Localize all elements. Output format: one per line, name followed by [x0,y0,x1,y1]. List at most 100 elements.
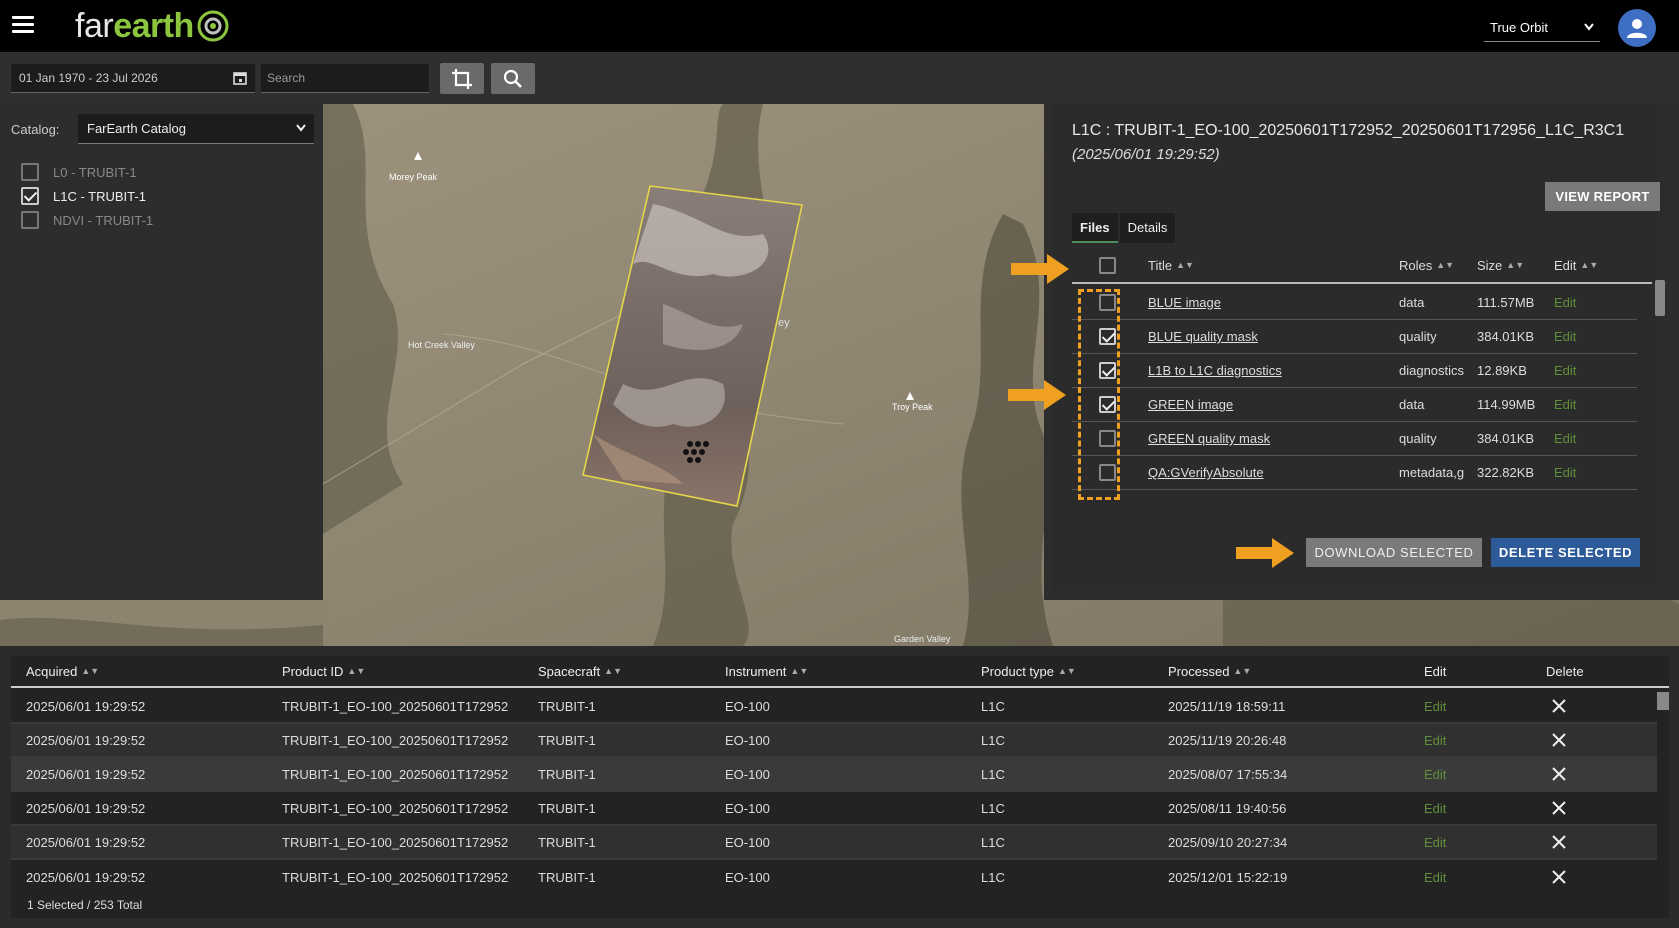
map-label-partial: ey [778,317,790,329]
cell-instrument: EO-100 [725,732,770,748]
file-edit-link[interactable]: Edit [1554,465,1576,480]
table-row[interactable]: 2025/06/01 19:29:52 TRUBIT-1_EO-100_2025… [11,724,1657,758]
cell-spacecraft: TRUBIT-1 [538,800,596,816]
file-title-link[interactable]: BLUE image [1148,295,1221,310]
calendar-icon[interactable] [233,71,247,85]
row-edit-link[interactable]: Edit [1424,699,1446,714]
sort-icon: ▲▼ [1233,666,1252,676]
row-edit-link[interactable]: Edit [1424,870,1446,885]
column-header-title[interactable]: Title ▲▼ [1148,248,1194,282]
file-row[interactable]: BLUE image data 111.57MB Edit [1072,286,1637,320]
cell-product-id: TRUBIT-1_EO-100_20250601T172952 [282,834,509,850]
row-edit-link[interactable]: Edit [1424,801,1446,816]
cell-product-id: TRUBIT-1_EO-100_20250601T172952 [282,698,509,714]
table-row[interactable]: 2025/06/01 19:29:52 TRUBIT-1_EO-100_2025… [11,860,1657,886]
file-edit-link[interactable]: Edit [1554,431,1576,446]
download-selected-button[interactable]: DOWNLOAD SELECTED [1306,538,1482,567]
view-mode-value: True Orbit [1490,19,1549,35]
column-header-size[interactable]: Size ▲▼ [1477,248,1524,282]
farearth-logo[interactable]: far earth [75,6,230,46]
file-row[interactable]: L1B to L1C diagnostics diagnostics 12.89… [1072,354,1637,388]
top-bar: far earth True Orbit [0,0,1679,53]
delete-selected-button[interactable]: DELETE SELECTED [1491,538,1640,567]
cell-spacecraft: TRUBIT-1 [538,698,596,714]
results-table-header: Acquired ▲▼ Product ID ▲▼ Spacecraft ▲▼ Ins… [11,656,1669,688]
sort-icon: ▲▼ [1580,260,1599,270]
cell-acquired: 2025/06/01 19:29:52 [26,732,146,748]
file-role: diagnostics [1399,363,1465,378]
row-edit-link[interactable]: Edit [1424,835,1446,850]
file-edit-link[interactable]: Edit [1554,397,1576,412]
close-icon[interactable] [1552,733,1566,747]
file-title-link[interactable]: BLUE quality mask [1148,329,1258,344]
catalog-label: Catalog: [11,122,60,137]
chevron-down-icon [296,124,306,132]
column-header-spacecraft[interactable]: Spacecraft ▲▼ [538,656,622,686]
catalog-item-label: L0 - TRUBIT-1 [53,164,137,180]
file-edit-link[interactable]: Edit [1554,329,1576,344]
catalog-item-checkbox[interactable] [21,163,39,181]
catalog-item-label: NDVI - TRUBIT-1 [53,212,154,228]
file-title-link[interactable]: GREEN quality mask [1148,431,1270,446]
search-input[interactable] [261,64,429,93]
catalog-item-l1c[interactable]: L1C - TRUBIT-1 [21,186,146,206]
close-icon[interactable] [1552,801,1566,815]
column-header-processed[interactable]: Processed ▲▼ [1168,656,1251,686]
annotation-checkbox-highlight [1078,289,1120,500]
tab-details[interactable]: Details [1119,213,1176,243]
files-scrollbar[interactable] [1655,280,1665,316]
close-icon[interactable] [1552,835,1566,849]
column-header-acquired[interactable]: Acquired ▲▼ [26,656,99,686]
search-button[interactable] [491,63,535,94]
close-icon[interactable] [1552,699,1566,713]
view-mode-select[interactable]: True Orbit [1484,13,1600,42]
date-range-input[interactable]: 01 Jan 1970 - 23 Jul 2026 [11,64,255,93]
column-header-product-id[interactable]: Product ID ▲▼ [282,656,365,686]
file-row[interactable]: QA:GVerifyAbsolute metadata,g 322.82KB E… [1072,456,1637,490]
file-row[interactable]: BLUE quality mask quality 384.01KB Edit [1072,320,1637,354]
cell-product-type: L1C [981,834,1005,850]
row-edit-link[interactable]: Edit [1424,733,1446,748]
catalog-select[interactable]: FarEarth Catalog [78,114,314,144]
menu-icon[interactable] [12,16,34,36]
svg-text:Hot Creek Valley: Hot Creek Valley [408,340,475,350]
cell-acquired: 2025/06/01 19:29:52 [26,869,146,885]
close-icon[interactable] [1552,870,1566,884]
cell-instrument: EO-100 [725,869,770,885]
cell-acquired: 2025/06/01 19:29:52 [26,766,146,782]
product-title: L1C : TRUBIT-1_EO-100_20250601T172952_20… [1072,122,1625,139]
catalog-item-checkbox[interactable] [21,211,39,229]
crop-button[interactable] [440,63,484,94]
user-avatar[interactable] [1618,9,1656,47]
catalog-item-l0[interactable]: L0 - TRUBIT-1 [21,162,137,182]
file-role: data [1399,397,1425,412]
file-title-link[interactable]: QA:GVerifyAbsolute [1148,465,1264,480]
table-row[interactable]: 2025/06/01 19:29:52 TRUBIT-1_EO-100_2025… [11,792,1657,826]
column-header-edit[interactable]: Edit ▲▼ [1554,248,1598,282]
view-report-button[interactable]: VIEW REPORT [1545,182,1660,211]
tab-files[interactable]: Files [1072,213,1118,243]
file-title-link[interactable]: L1B to L1C diagnostics [1148,363,1282,378]
column-header-instrument[interactable]: Instrument ▲▼ [725,656,808,686]
select-all-checkbox[interactable] [1099,256,1116,274]
file-row[interactable]: GREEN image data 114.99MB Edit [1072,388,1637,422]
file-edit-link[interactable]: Edit [1554,295,1576,310]
table-row[interactable]: 2025/06/01 19:29:52 TRUBIT-1_EO-100_2025… [11,758,1657,792]
catalog-item-checkbox[interactable] [21,187,39,205]
catalog-item-ndvi[interactable]: NDVI - TRUBIT-1 [21,210,153,230]
cell-product-type: L1C [981,698,1005,714]
file-edit-link[interactable]: Edit [1554,363,1576,378]
column-header-product-type[interactable]: Product type ▲▼ [981,656,1076,686]
column-header-roles[interactable]: Roles ▲▼ [1399,248,1454,282]
row-edit-link[interactable]: Edit [1424,767,1446,782]
file-title-link[interactable]: GREEN image [1148,397,1233,412]
results-scrollbar[interactable] [1657,692,1669,710]
table-row[interactable]: 2025/06/01 19:29:52 TRUBIT-1_EO-100_2025… [11,826,1657,860]
table-row[interactable]: 2025/06/01 19:29:52 TRUBIT-1_EO-100_2025… [11,690,1657,724]
orbit-logo-icon [197,10,229,42]
files-table-header: Title ▲▼ Roles ▲▼ Size ▲▼ Edit ▲▼ [1072,248,1652,284]
map-view-left[interactable] [0,600,323,646]
close-icon[interactable] [1552,767,1566,781]
cell-instrument: EO-100 [725,800,770,816]
file-row[interactable]: GREEN quality mask quality 384.01KB Edit [1072,422,1637,456]
